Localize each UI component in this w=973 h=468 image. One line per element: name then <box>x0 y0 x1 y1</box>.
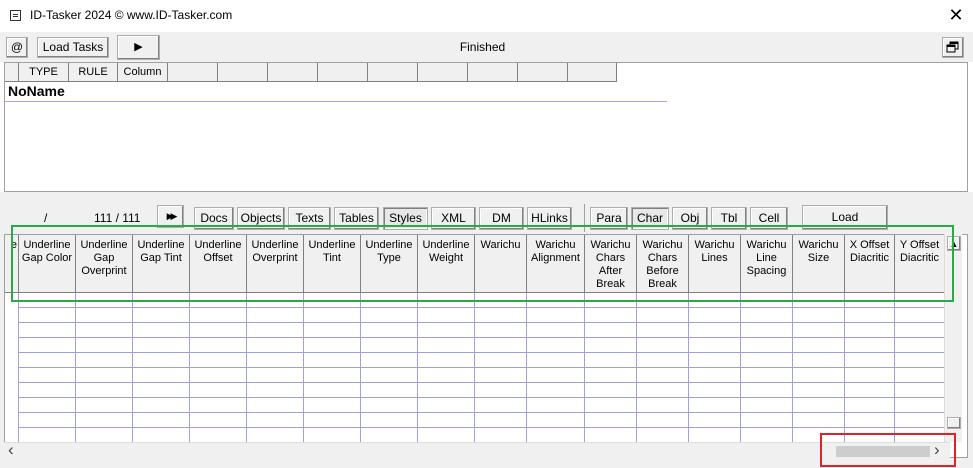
grid-line <box>740 293 741 457</box>
column-header-warichu-chars-after-break[interactable]: Warichu Chars After Break <box>585 235 637 293</box>
column-header-warichu-size[interactable]: Warichu Size <box>793 235 845 293</box>
at-button[interactable]: @ <box>6 37 28 58</box>
scroll-left-button[interactable]: ‹ <box>8 441 22 458</box>
subtab-cell[interactable]: Cell <box>750 207 788 230</box>
column-header-rule[interactable]: RULE <box>69 63 118 82</box>
column-header-warichu[interactable]: Warichu <box>475 235 527 293</box>
grid-line <box>474 293 475 457</box>
column-header[interactable] <box>368 63 418 82</box>
grid-line <box>894 293 895 457</box>
grid-line <box>688 293 689 457</box>
divider <box>584 204 585 232</box>
title-bar: ID-Tasker 2024 © www.ID-Tasker.com ✕ <box>0 0 973 32</box>
tab-hlinks[interactable]: HLinks <box>527 207 572 230</box>
table-row[interactable] <box>19 427 945 428</box>
subtab-para[interactable]: Para <box>590 207 628 230</box>
grid-line <box>246 293 247 457</box>
horizontal-scrollbar[interactable]: ‹ › <box>4 441 950 459</box>
column-header-x-offset-diacritic[interactable]: X Offset Diacritic <box>845 235 895 293</box>
window-restore-icon <box>946 41 959 53</box>
column-header[interactable] <box>468 63 518 82</box>
tab-xml[interactable]: XML <box>431 207 476 230</box>
column-header-underline-overprint[interactable]: Underline Overprint <box>247 235 304 293</box>
window-title: ID-Tasker 2024 © www.ID-Tasker.com <box>30 8 233 22</box>
column-header-underline-type[interactable]: Underline Type <box>361 235 418 293</box>
grid-line <box>792 293 793 457</box>
table-row[interactable] <box>19 322 945 323</box>
load-button[interactable]: Load <box>802 205 888 230</box>
styles-panel: / 111 / 111 ▶▶ Docs Objects Texts Tables… <box>0 192 973 468</box>
tab-tables[interactable]: Tables <box>334 207 379 230</box>
table-row[interactable] <box>19 412 945 413</box>
forward-button[interactable]: ▶▶ <box>157 205 184 228</box>
app-icon <box>10 10 21 21</box>
table-row[interactable] <box>19 337 945 338</box>
column-header-warichu-line-spacing[interactable]: Warichu Line Spacing <box>741 235 793 293</box>
tab-dm[interactable]: DM <box>479 207 524 230</box>
table-row[interactable] <box>19 397 945 398</box>
tab-docs[interactable]: Docs <box>194 207 234 230</box>
column-header[interactable] <box>168 63 218 82</box>
grid-line <box>584 293 585 457</box>
grid-line <box>303 293 304 457</box>
subtab-char[interactable]: Char <box>631 207 669 230</box>
tasks-table-header: TYPE RULE Column <box>5 63 617 82</box>
subtab-tbl[interactable]: Tbl <box>711 207 747 230</box>
column-header-underline-tint[interactable]: Underline Tint <box>304 235 361 293</box>
column-header[interactable] <box>318 63 368 82</box>
grid-line <box>189 293 190 457</box>
column-header-underline-gap-color[interactable]: Underline Gap Color <box>19 235 76 293</box>
table-row[interactable] <box>19 307 945 308</box>
column-header[interactable] <box>518 63 568 82</box>
load-tasks-button[interactable]: Load Tasks <box>37 37 109 58</box>
column-header-column[interactable]: Column <box>118 63 168 82</box>
grid-line <box>75 293 76 457</box>
column-header[interactable] <box>568 63 617 82</box>
task-row-noname[interactable]: NoName <box>5 82 667 102</box>
column-header[interactable] <box>418 63 468 82</box>
grid-line <box>526 293 527 457</box>
status-text: Finished <box>459 40 506 54</box>
run-button[interactable]: ▶ <box>117 35 160 60</box>
grid-line <box>360 293 361 457</box>
tab-styles[interactable]: Styles <box>383 207 428 230</box>
grid-line <box>844 293 845 457</box>
record-counter: 111 / 111 <box>94 211 141 225</box>
grid-line <box>636 293 637 457</box>
window-restore-button[interactable] <box>942 37 964 58</box>
subtab-obj[interactable]: Obj <box>672 207 708 230</box>
table-row[interactable] <box>19 367 945 368</box>
column-header-warichu-chars-before-break[interactable]: Warichu Chars Before Break <box>637 235 689 293</box>
column-header-underline-weight[interactable]: Underline Weight <box>418 235 475 293</box>
tab-texts[interactable]: Texts <box>288 207 331 230</box>
row-selector-header <box>5 63 19 82</box>
nav-slash: / <box>44 211 48 225</box>
horizontal-scroll-thumb[interactable] <box>836 446 930 457</box>
column-header-y-offset-diacritic[interactable]: Y Offset Diacritic <box>895 235 945 293</box>
scroll-right-button[interactable]: › <box>934 441 948 458</box>
close-button[interactable]: ✕ <box>944 4 968 26</box>
column-header-underline-offset[interactable]: Underline Offset <box>190 235 247 293</box>
table-row[interactable] <box>19 352 945 353</box>
vertical-scrollbar[interactable]: ▲ <box>944 234 962 442</box>
column-header-warichu-alignment[interactable]: Warichu Alignment <box>527 235 585 293</box>
column-header-underline-gap-tint[interactable]: Underline Gap Tint <box>133 235 190 293</box>
tab-objects[interactable]: Objects <box>237 207 285 230</box>
column-header-underline-gap-overprint[interactable]: Underline Gap Overprint <box>76 235 133 293</box>
column-header[interactable] <box>268 63 318 82</box>
column-header[interactable] <box>218 63 268 82</box>
grid-line <box>132 293 133 457</box>
table-row[interactable] <box>19 382 945 383</box>
column-header-warichu-lines[interactable]: Warichu Lines <box>689 235 741 293</box>
grid-line <box>18 293 19 457</box>
top-toolbar: @ Load Tasks ▶ Finished <box>0 32 973 62</box>
row-header: e <box>5 235 19 293</box>
column-header-type[interactable]: TYPE <box>19 63 69 82</box>
scroll-up-button[interactable]: ▲ <box>947 236 961 251</box>
vertical-scroll-thumb[interactable] <box>947 417 961 429</box>
tasks-table: TYPE RULE Column NoName <box>4 62 968 192</box>
styles-grid: e Underline Gap Color Underline Gap Over… <box>4 234 968 458</box>
grid-line <box>417 293 418 457</box>
